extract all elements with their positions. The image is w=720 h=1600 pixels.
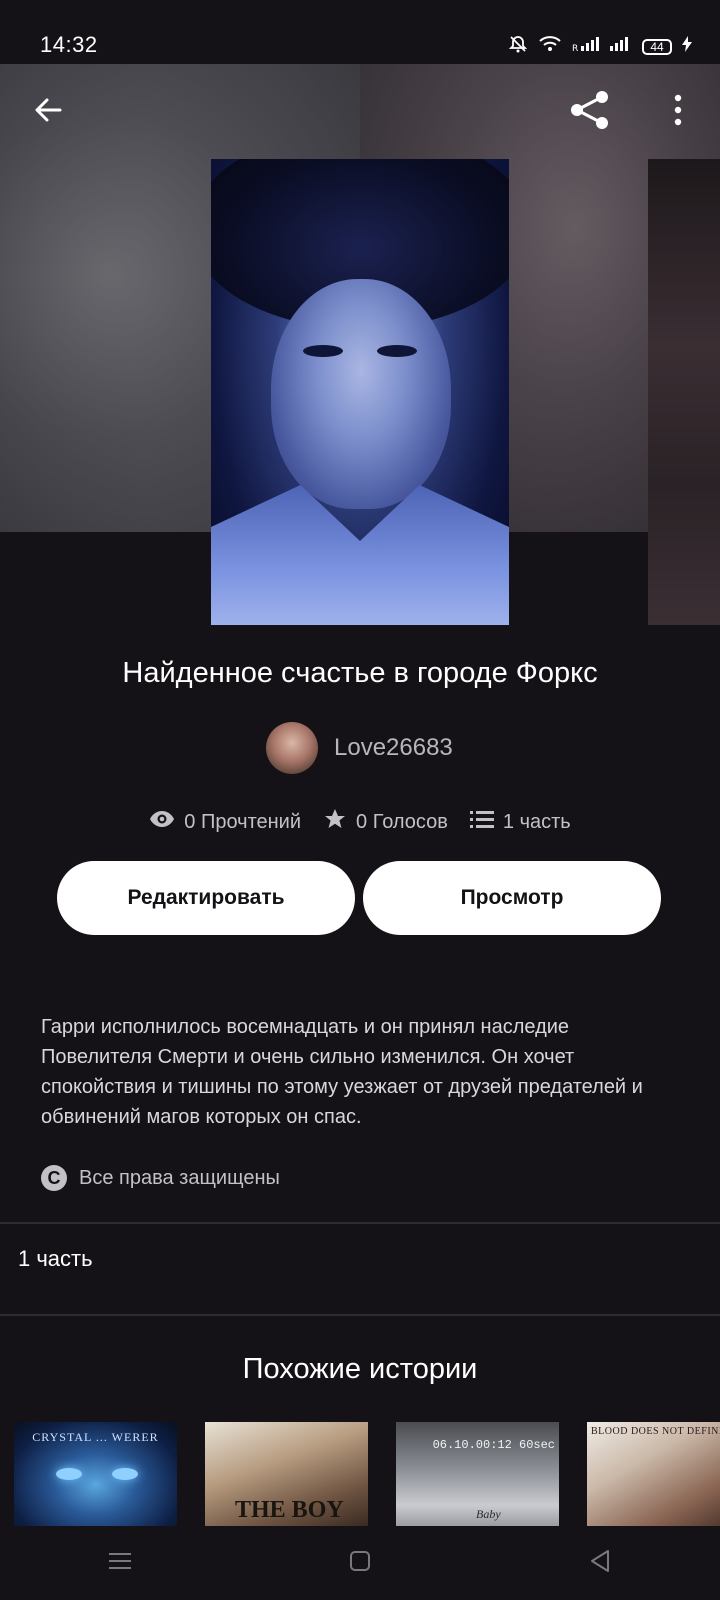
signal-roaming-icon: R: [572, 36, 600, 57]
star-icon: [323, 807, 347, 837]
avatar: [266, 722, 318, 774]
wifi-icon: [538, 35, 562, 58]
copyright-text: Все права защищены: [79, 1166, 280, 1189]
charging-icon: [682, 36, 692, 57]
back-nav-button[interactable]: [560, 1533, 640, 1593]
menu-icon: [107, 1551, 133, 1576]
preview-button[interactable]: Просмотр: [363, 861, 661, 935]
status-time: 14:32: [40, 32, 98, 57]
parts-label: 1 часть: [18, 1246, 93, 1271]
reads-count: 0 Прочтений: [184, 810, 302, 833]
similar-stories-list: CRYSTAL ... WERER THE BOY 06.10.00:12 60…: [14, 1422, 720, 1526]
story-description: Гарри исполнилось восемнадцать и он прин…: [41, 1016, 643, 1128]
similar-story-cover[interactable]: CRYSTAL ... WERER: [14, 1422, 177, 1526]
recents-button[interactable]: [80, 1533, 160, 1593]
copyright-notice: C Все права защищены: [41, 1165, 280, 1191]
status-bar: 14:32 R 44: [0, 0, 720, 64]
similar-story-cover[interactable]: 06.10.00:12 60sec Baby: [396, 1422, 559, 1526]
signal-icon: [610, 36, 632, 57]
share-button[interactable]: [566, 88, 614, 136]
list-icon: [469, 809, 494, 835]
story-cover[interactable]: [211, 159, 509, 625]
similar-story-cover[interactable]: THE BOY: [205, 1422, 368, 1526]
author-link[interactable]: Love26683: [266, 722, 453, 774]
status-icons: R 44: [508, 34, 692, 59]
parts-stat: 1 часть: [469, 809, 571, 835]
square-icon: [349, 1550, 371, 1577]
more-vertical-icon: [673, 94, 683, 131]
battery-icon: 44: [642, 38, 672, 55]
next-story-cover[interactable]: [648, 159, 720, 625]
story-title: Найденное счастье в городе Форкс: [122, 657, 598, 689]
author-name: Love26683: [334, 734, 453, 761]
story-stats: 0 Прочтений 0 Голосов 1 часть: [0, 807, 720, 837]
share-icon: [568, 88, 612, 137]
eye-icon: [149, 810, 175, 834]
copyright-icon: C: [41, 1165, 67, 1191]
more-options-button[interactable]: [654, 88, 702, 136]
parts-count: 1 часть: [502, 810, 571, 833]
divider: [0, 1314, 720, 1316]
votes-count: 0 Голосов: [356, 810, 448, 833]
system-nav-bar: [0, 1526, 720, 1600]
arrow-left-icon: [32, 94, 64, 131]
svg-text:R: R: [572, 44, 578, 52]
parts-list-item[interactable]: 1 часть: [0, 1224, 720, 1314]
similar-stories-title: Похожие истории: [242, 1353, 478, 1385]
back-button[interactable]: [24, 88, 72, 136]
triangle-back-icon: [589, 1549, 611, 1578]
edit-button[interactable]: Редактировать: [57, 861, 355, 935]
similar-story-cover[interactable]: BLOOD DOES NOT DEFINE F...: [587, 1422, 720, 1526]
votes-stat: 0 Голосов: [323, 807, 448, 837]
story-details-screen: 14:32 R 44 Найденное счастье в городе Фо…: [0, 0, 720, 1600]
home-button[interactable]: [320, 1533, 400, 1593]
reads-stat: 0 Прочтений: [149, 810, 301, 834]
bell-off-icon: [508, 34, 528, 59]
